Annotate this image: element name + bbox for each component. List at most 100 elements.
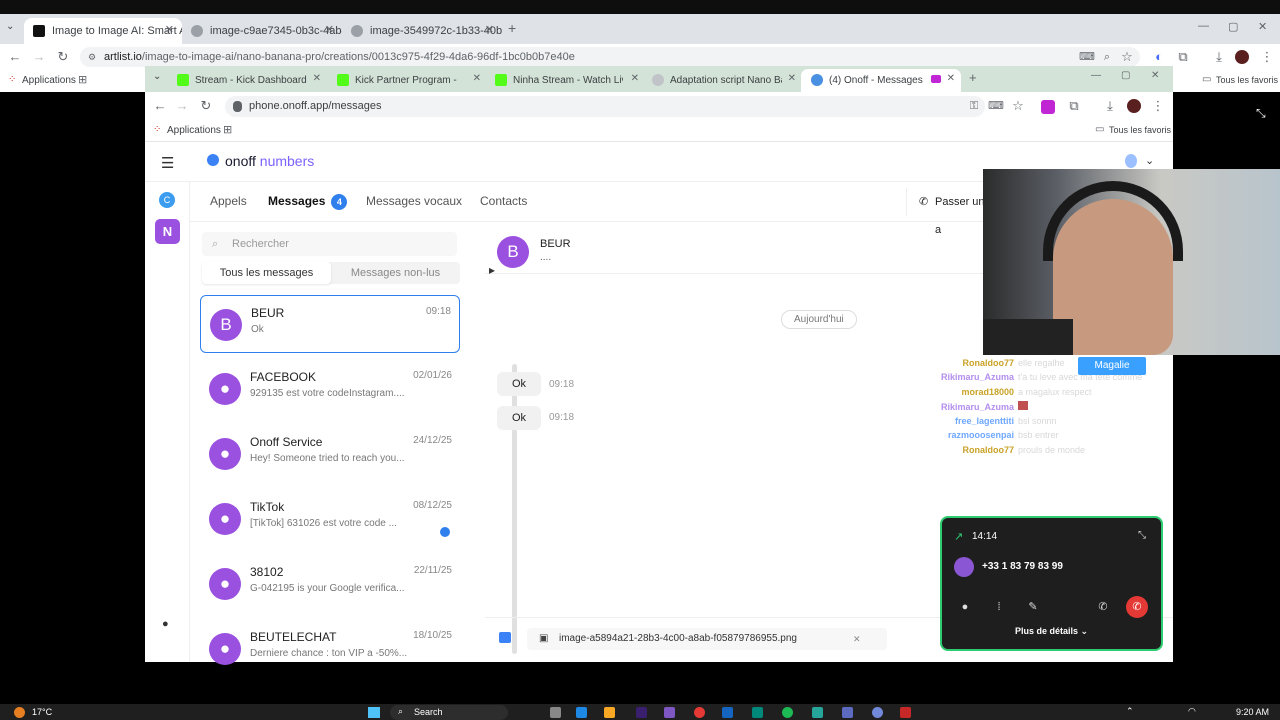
keypad-icon[interactable]: ⁞ <box>988 596 1010 618</box>
close-icon[interactable]: ✕ <box>947 73 955 84</box>
conversation-item[interactable]: ● 38102 22/11/25 G-042195 is your Google… <box>200 555 460 613</box>
premiere-icon[interactable] <box>636 707 647 718</box>
conversation-item[interactable]: ● BEUTELECHAT 18/10/25 Derniere chance :… <box>200 620 460 678</box>
close-icon[interactable]: ✕ <box>165 23 174 36</box>
mic-icon[interactable]: ● <box>954 596 976 618</box>
tab-groups-icon[interactable]: ⊞ <box>78 73 87 86</box>
inner-tab-3[interactable]: Adaptation script Nano Banana ✕ <box>642 69 802 92</box>
chevron-down-icon[interactable]: ⌄ <box>1145 154 1154 167</box>
taskbar-search[interactable]: ⌕ Search <box>390 705 508 720</box>
outer-tab-1[interactable]: image-c9ae7345-0b3c-4ab4-a7 ✕ <box>182 18 342 44</box>
wifi-icon[interactable]: ◠ <box>1188 706 1196 717</box>
search-input[interactable]: ⌕ Rechercher <box>202 232 457 256</box>
maximize-icon[interactable]: ▢ <box>1121 70 1130 81</box>
conversation-item[interactable]: ● TikTok 08/12/25 [TikTok] 631026 est vo… <box>200 490 460 548</box>
inner-tab-2[interactable]: Ninha Stream - Watch Live on ✕ <box>485 69 645 92</box>
minimize-icon[interactable]: — <box>1091 70 1101 81</box>
close-window-icon[interactable]: ✕ <box>1258 20 1267 33</box>
task-view-icon[interactable] <box>550 707 561 718</box>
puzzle-icon[interactable]: ⧉ <box>1172 44 1194 70</box>
image-attach-icon[interactable] <box>499 632 511 643</box>
profile-avatar[interactable] <box>1127 99 1141 113</box>
inner-tab-4[interactable]: (4) Onoff - Messages ✕ <box>801 69 961 92</box>
mic-icon[interactable] <box>233 101 242 112</box>
conversation-item[interactable]: ● Onoff Service 24/12/25 Hey! Someone tr… <box>200 425 460 483</box>
puzzle-icon[interactable]: ⧉ <box>1063 93 1085 119</box>
apps-grid-icon[interactable]: ⁘ <box>8 74 16 85</box>
conversation-item[interactable]: B BEUR 09:18 Ok <box>200 295 460 353</box>
collapse-icon[interactable]: ⤡ <box>1138 530 1146 541</box>
bookmark-applications[interactable]: Applications <box>22 75 76 86</box>
close-window-icon[interactable]: ✕ <box>1151 70 1159 81</box>
forward-icon[interactable]: → <box>28 44 50 70</box>
reload-icon[interactable]: ↻ <box>52 44 74 70</box>
windows-start-icon[interactable] <box>368 707 380 718</box>
message-bubble[interactable]: Ok <box>497 406 541 430</box>
forward-icon[interactable]: → <box>171 93 193 119</box>
filter-all-messages[interactable]: Tous les messages <box>202 262 331 284</box>
discord-icon[interactable] <box>872 707 883 718</box>
back-icon[interactable]: ← <box>4 44 26 70</box>
download-icon[interactable]: ⤓ <box>1099 93 1121 119</box>
close-icon[interactable]: ✕ <box>631 73 639 84</box>
rail-account-n[interactable]: N <box>155 219 180 244</box>
inner-tab-0[interactable]: Stream - Kick Dashboard ✕ <box>167 69 327 92</box>
bookmark-star-icon[interactable]: ☆ <box>1007 93 1029 119</box>
close-icon[interactable]: ✕ <box>325 23 334 36</box>
hamburger-menu-icon[interactable]: ☰ <box>161 154 174 172</box>
download-icon[interactable]: ⤓ <box>1208 44 1230 70</box>
inner-tab-1[interactable]: Kick Partner Program - Kick Da ✕ <box>327 69 487 92</box>
app-icon[interactable] <box>812 707 823 718</box>
back-icon[interactable]: ← <box>149 93 171 119</box>
tab-messages-vocaux[interactable]: Messages vocaux <box>366 194 462 208</box>
transfer-call-icon[interactable]: ✆ <box>1092 596 1114 618</box>
app-icon[interactable] <box>842 707 853 718</box>
apps-grid-icon[interactable]: ⁘ <box>153 124 161 135</box>
tray-chevron-icon[interactable]: ⌃ <box>1126 706 1134 717</box>
tab-search-icon[interactable]: ⌄ <box>153 71 161 82</box>
chat-support-icon[interactable]: ● <box>162 618 169 630</box>
rail-account-c[interactable]: C <box>159 192 175 208</box>
tab-messages[interactable]: Messages 4 <box>268 194 348 210</box>
outer-address-bar[interactable]: ⚙ artlist.io/image-to-image-ai/nano-bana… <box>80 47 1140 67</box>
hang-up-icon[interactable]: ✆ <box>1126 596 1148 618</box>
call-details-toggle[interactable]: Plus de détails ⌄ <box>942 626 1161 637</box>
inner-address-bar[interactable]: phone.onoff.app/messages <box>225 96 985 117</box>
taskbar-clock[interactable]: 9:20 AM <box>1236 707 1269 717</box>
tab-appels[interactable]: Appels <box>210 194 247 208</box>
passer-un-appel-button[interactable]: ✆ Passer un a <box>906 188 990 236</box>
weather-icon[interactable] <box>14 707 25 718</box>
message-bubble[interactable]: Ok <box>497 372 541 396</box>
menu-dots-icon[interactable]: ⋮ <box>1147 93 1169 119</box>
app-icon[interactable] <box>900 707 911 718</box>
filter-unread-messages[interactable]: Messages non-lus <box>331 262 460 284</box>
site-info-icon[interactable]: ⚙ <box>88 47 96 67</box>
conversation-item[interactable]: ● FACEBOOK 02/01/26 929135 est votre cod… <box>200 360 460 418</box>
reload-icon[interactable]: ↻ <box>195 93 217 119</box>
remove-attachment-icon[interactable]: ✕ <box>853 628 861 650</box>
new-tab-icon[interactable]: + <box>969 70 977 85</box>
bookmark-all-favorites[interactable]: Tous les favoris <box>1216 75 1278 85</box>
tab-contacts[interactable]: Contacts <box>480 194 527 208</box>
chrome-icon[interactable] <box>694 707 705 718</box>
minimize-icon[interactable]: — <box>1198 20 1209 32</box>
menu-dots-icon[interactable]: ⋮ <box>1256 44 1278 70</box>
outer-tab-0[interactable]: Image to Image AI: Smart AI Im ✕ <box>24 18 182 44</box>
spotify-icon[interactable] <box>782 707 793 718</box>
steam-icon[interactable] <box>722 707 733 718</box>
translate-icon[interactable]: ⌨ <box>985 93 1007 119</box>
profile-avatar[interactable] <box>1235 50 1249 64</box>
edge-icon[interactable] <box>576 707 587 718</box>
tab-groups-icon[interactable]: ⊞ <box>223 123 232 136</box>
note-pencil-icon[interactable]: ✎ <box>1022 596 1044 618</box>
bookmark-all-favorites[interactable]: Tous les favoris <box>1109 125 1171 135</box>
attachment-chip[interactable]: ▣ image-a5894a21-28b3-4c00-a8ab-f0587978… <box>527 628 887 650</box>
file-explorer-icon[interactable] <box>604 707 615 718</box>
close-icon[interactable]: ✕ <box>485 23 494 36</box>
close-icon[interactable]: ✕ <box>313 73 321 84</box>
new-tab-icon[interactable]: + <box>508 20 516 36</box>
close-icon[interactable]: ✕ <box>788 73 796 84</box>
extension-badge-icon[interactable] <box>1041 100 1055 114</box>
key-icon[interactable]: ⚿ <box>963 93 985 119</box>
close-icon[interactable]: ✕ <box>473 73 481 84</box>
